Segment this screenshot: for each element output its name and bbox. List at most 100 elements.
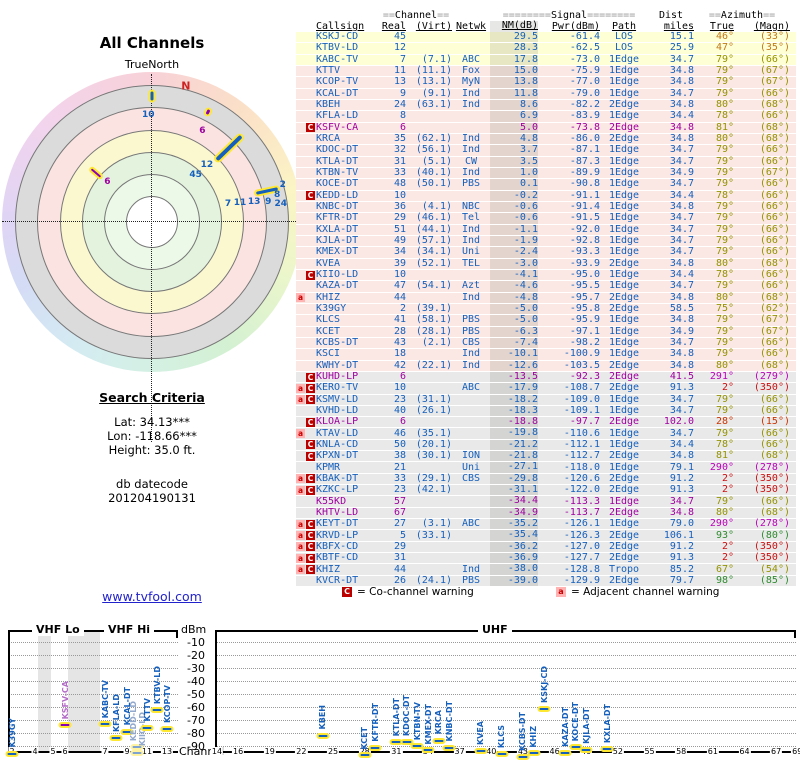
- noise-margin-cell: 4.8: [490, 133, 538, 145]
- distance-cell: 34.9: [669, 167, 694, 179]
- adjacent-warning-slot: [296, 440, 306, 449]
- network-cell: Ind: [461, 167, 481, 179]
- chart-point-label-text: KSKJ-CD: [539, 665, 549, 703]
- noise-margin-cell: 0.1: [490, 178, 538, 190]
- channel-tick-label: 9: [123, 747, 131, 756]
- real-channel-cell: 44: [393, 291, 406, 303]
- polar-marker-label: 24: [274, 198, 287, 209]
- chart-point-label-text: KTBN-TV: [412, 701, 422, 740]
- chart-point-label: KTBV-LD: [152, 666, 162, 704]
- callsign-cell: KMEX-DT: [316, 246, 359, 258]
- distance-cell: 34.8: [669, 348, 694, 360]
- distance-cell: 34.7: [669, 427, 694, 439]
- virtual-channel-cell: (30.1): [415, 450, 452, 462]
- dbm-tick-label: -40: [187, 675, 205, 688]
- noise-margin-cell: -21.8: [490, 450, 538, 462]
- chart-point-label: KMEX-DT: [423, 704, 433, 745]
- co-channel-warning-slot: C: [306, 565, 316, 575]
- azimuth-magnetic-cell: (350°): [753, 484, 790, 496]
- noise-margin-cell: -4.8: [490, 292, 538, 303]
- true-north-label: TrueNorth: [124, 58, 180, 71]
- adjacent-warning-slot: a: [296, 519, 306, 529]
- network-cell: Ind: [461, 348, 481, 360]
- co-channel-warning-slot: [306, 55, 316, 64]
- co-channel-warning-slot: [306, 89, 316, 98]
- power-cell: -93.3: [569, 246, 600, 258]
- real-channel-cell: 18: [393, 348, 406, 360]
- power-cell: -95.5: [569, 280, 600, 292]
- co-channel-warning-slot: [306, 203, 316, 212]
- warning-flags: aC: [296, 519, 316, 529]
- table-row: KPMR 21 Uni -27.1 -118.0 1Edge 79.1 290° (278°): [296, 461, 796, 474]
- warning-flags: [296, 361, 316, 370]
- noise-margin-cell: 15.0: [490, 65, 538, 77]
- warning-flags: [296, 157, 316, 166]
- warning-flags: [296, 225, 316, 234]
- callsign-cell: KRCA: [316, 133, 341, 145]
- adjacent-warning-slot: a: [296, 531, 306, 541]
- chart-point-marker: [421, 747, 435, 754]
- db-datecode-value: 201204190131: [108, 491, 196, 505]
- azimuth-true-cell: 290°: [709, 461, 734, 473]
- distance-cell: 34.8: [669, 314, 694, 326]
- chart-point-label-text: KBEH: [318, 705, 327, 730]
- noise-margin-cell: 6.9: [490, 110, 538, 122]
- warning-flags: C: [296, 270, 316, 280]
- distance-cell: 34.8: [669, 257, 694, 269]
- adjacent-warning-slot: a: [296, 429, 306, 439]
- table-row: KLCS 41 (58.1) PBS -5.0 -95.9 1Edge 34.8 79° (67°…: [296, 314, 796, 327]
- distance-cell: 34.7: [669, 144, 694, 156]
- adjacent-channel-warning-icon: a: [296, 395, 305, 405]
- real-channel-cell: 57: [393, 495, 406, 507]
- real-channel-cell: 51: [393, 223, 406, 235]
- co-channel-warning-slot: [306, 350, 316, 359]
- polar-marker: [148, 89, 156, 103]
- noise-margin-cell: 11.8: [490, 88, 538, 99]
- azimuth-true-cell: 79°: [715, 53, 734, 65]
- power-cell: -118.0: [563, 461, 600, 473]
- chart-point-label: KABC-TV: [100, 680, 110, 718]
- callsign-cell: K55KD: [316, 495, 347, 507]
- adjacent-warning-slot: [296, 237, 306, 246]
- co-channel-warning-slot: [306, 237, 316, 246]
- table-row: C KLOA-LP 6 -18.8 -97.7 2Edge 102.0 28° (15°): [296, 416, 796, 429]
- co-channel-warning-icon: C: [306, 553, 315, 563]
- gridline: [8, 733, 178, 734]
- azimuth-magnetic-cell: (68°): [759, 99, 790, 111]
- crosshair-vertical: [151, 74, 152, 442]
- callsign-cell: KTLA-DT: [316, 155, 359, 167]
- adjacent-channel-warning-icon: a: [296, 474, 305, 484]
- warning-flags: C: [296, 372, 316, 382]
- chart-point-label-text: KOCE-DT: [571, 701, 581, 742]
- real-channel-cell: 21: [393, 461, 406, 473]
- adjacent-warning-slot: a: [296, 474, 306, 484]
- co-channel-warning-slot: [306, 180, 316, 189]
- chart-point-label-text: KABC-TV: [100, 679, 110, 718]
- chart-point-marker: [109, 735, 123, 742]
- callsign-cell: KCOP-TV: [316, 76, 359, 88]
- uhf-left-border: [215, 630, 217, 753]
- noise-margin-cell: -38.0: [490, 564, 538, 575]
- azimuth-true-cell: 2°: [721, 540, 734, 552]
- co-channel-warning-slot: [306, 463, 316, 472]
- path-cell: 1Edge: [608, 201, 640, 213]
- azimuth-true-cell: 79°: [715, 178, 734, 190]
- warning-flags: [296, 316, 316, 325]
- table-row: KOCE-DT 48 (50.1) PBS 0.1 -90.8 1Edge 34.7 79° (6…: [296, 178, 796, 191]
- co-channel-warning-slot: C: [306, 123, 316, 133]
- callsign-cell: K39GY: [316, 303, 347, 315]
- co-channel-warning-slot: C: [306, 542, 316, 552]
- co-channel-warning-slot: [306, 33, 316, 42]
- distance-cell: 34.7: [669, 393, 694, 405]
- noise-margin-cell: -4.6: [490, 280, 538, 292]
- tvfool-link[interactable]: www.tvfool.com: [102, 589, 202, 604]
- distance-cell: 34.7: [669, 212, 694, 224]
- real-channel-cell: 44: [393, 563, 406, 575]
- network-cell: Azt: [461, 280, 481, 292]
- virtual-channel-cell: (24.1): [415, 574, 452, 586]
- distance-cell: 34.8: [669, 201, 694, 213]
- path-cell: 1Edge: [608, 337, 640, 349]
- adjacent-warning-slot: [296, 406, 306, 415]
- power-cell: -95.0: [569, 269, 600, 281]
- chart-point-label: KTLA-DT: [391, 698, 401, 736]
